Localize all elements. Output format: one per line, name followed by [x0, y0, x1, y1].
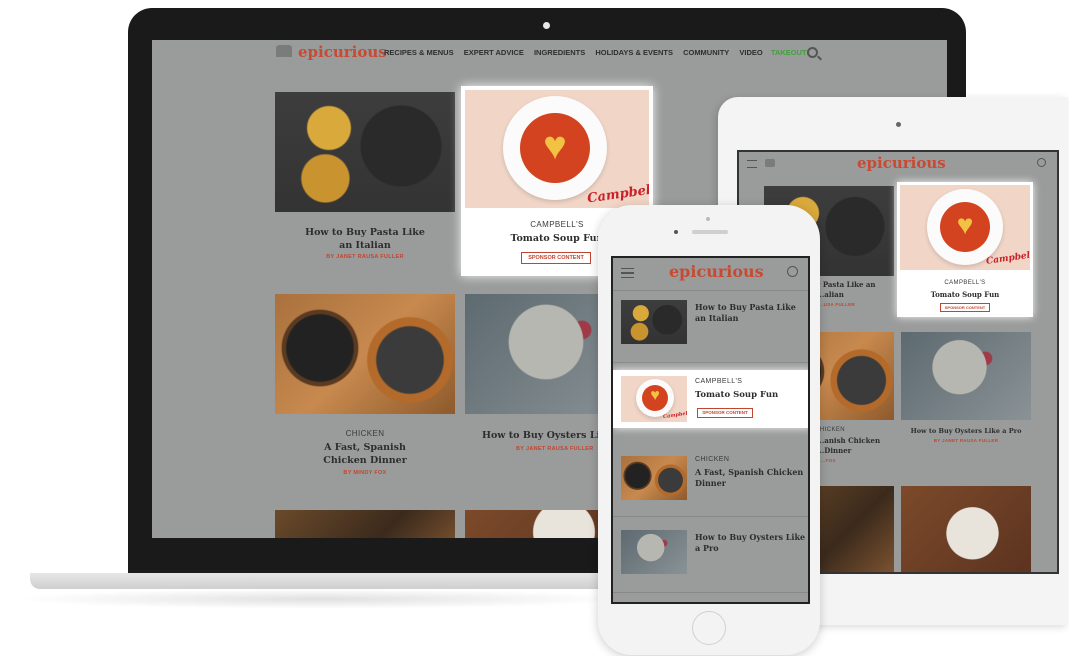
phone-thumb-soup: ♥ Campbell's	[621, 376, 687, 422]
tablet-sponsor-badge[interactable]: SPONSOR CONTENT	[940, 303, 990, 312]
tablet-card-image-bottom-right[interactable]	[901, 486, 1031, 572]
tablet-card-title-oysters[interactable]: How to Buy Oysters Like a Pro	[901, 427, 1031, 435]
laptop-shadow	[10, 589, 630, 609]
site-logo[interactable]: epicurious	[298, 43, 387, 61]
brand-logo: Campbell's	[586, 180, 649, 207]
phone-thumb-pasta	[621, 300, 687, 344]
tablet-card-subtitle-pasta[interactable]: ...alian	[817, 290, 844, 299]
search-icon[interactable]	[1037, 158, 1046, 167]
phone-divider-3	[613, 592, 808, 593]
phone-speaker	[692, 230, 728, 234]
nav-holidays-events[interactable]: HOLIDAYS & EVENTS	[595, 48, 673, 57]
phone-thumb-oysters	[621, 530, 687, 574]
phone-sponsor-badge[interactable]: SPONSOR CONTENT	[697, 408, 753, 418]
phone-title-oysters[interactable]: How to Buy Oysters Like a Pro	[695, 532, 807, 554]
phone-kicker-soup: CAMPBELL'S	[695, 378, 743, 385]
tablet-card-byline-pasta[interactable]: ...USA FULLER	[819, 302, 855, 307]
card-kicker-chicken: CHICKEN	[345, 429, 385, 438]
phone-kicker-chicken: CHICKEN	[695, 456, 730, 463]
card-byline-chicken[interactable]: BY MINDY FOX	[275, 470, 455, 476]
phone-divider-2	[613, 516, 808, 517]
nav-takeout[interactable]: TAKEOUT!	[771, 48, 809, 57]
phone-list-item-pasta[interactable]: How to Buy Pasta Like an Italian	[613, 296, 808, 350]
chef-hat-icon	[276, 45, 292, 57]
heart-icon: ♥	[543, 124, 567, 168]
tablet-card-byline-chicken[interactable]: ...FOX	[821, 458, 836, 463]
tablet-card-subtitle-chicken[interactable]: ...Dinner	[817, 446, 851, 455]
heart-icon: ♥	[956, 209, 974, 240]
phone-camera	[706, 217, 710, 221]
laptop-header: epicurious RECIPES & MENUS EXPERT ADVICE…	[152, 40, 947, 68]
sponsor-content-badge[interactable]: SPONSOR CONTENT	[521, 252, 591, 264]
card-byline-pasta[interactable]: BY JANET RAUSA FULLER	[275, 254, 455, 260]
phone-header-divider	[613, 290, 808, 291]
card-title-chicken[interactable]: A Fast, Spanish Chicken Dinner	[305, 441, 425, 467]
tablet-camera	[896, 122, 901, 127]
card-image-bottom-left[interactable]	[275, 510, 455, 538]
phone-thumb-chicken	[621, 456, 687, 500]
laptop-camera	[543, 22, 550, 29]
card-image-pasta[interactable]	[275, 92, 455, 212]
tablet-logo[interactable]: epicurious	[857, 154, 946, 172]
heart-icon: ♥	[650, 387, 660, 404]
phone-list-item-oysters[interactable]: How to Buy Oysters Like a Pro	[613, 526, 808, 580]
search-icon-handle	[817, 55, 822, 61]
tablet-card-image-oysters[interactable]	[901, 332, 1031, 420]
menu-icon[interactable]	[747, 160, 757, 168]
chef-hat-icon	[765, 159, 775, 167]
nav-ingredients[interactable]: INGREDIENTS	[534, 48, 585, 57]
tablet-card-kicker-soup: CAMPBELL'S	[944, 280, 986, 286]
search-icon[interactable]	[787, 266, 798, 277]
nav-community[interactable]: COMMUNITY	[683, 48, 729, 57]
phone-sponsored-item[interactable]: ♥ Campbell's CAMPBELL'S Tomato Soup Fun …	[613, 370, 808, 428]
home-button[interactable]	[692, 611, 726, 645]
nav-recipes-menus[interactable]: RECIPES & MENUS	[384, 48, 454, 57]
card-title-pasta[interactable]: How to Buy Pasta Like an Italian	[302, 226, 428, 252]
card-image-soup: ♥ Campbell's	[465, 90, 649, 208]
nav-video[interactable]: VIDEO	[739, 48, 762, 57]
tablet-sponsored-card[interactable]: ♥ Campbell's CAMPBELL'S Tomato Soup Fun …	[897, 182, 1033, 317]
tablet-card-byline-oysters[interactable]: BY JANET RAUSA FULLER	[901, 438, 1031, 443]
phone-title-chicken[interactable]: A Fast, Spanish Chicken Dinner	[695, 467, 807, 489]
phone-title-soup[interactable]: Tomato Soup Fun	[695, 390, 778, 400]
phone-list-item-chicken[interactable]: CHICKEN A Fast, Spanish Chicken Dinner	[613, 452, 808, 506]
card-image-chicken[interactable]	[275, 294, 455, 414]
phone-front-camera	[674, 230, 678, 234]
main-nav: RECIPES & MENUS EXPERT ADVICE INGREDIENT…	[384, 48, 809, 57]
phone-title-pasta[interactable]: How to Buy Pasta Like an Italian	[695, 302, 805, 324]
nav-expert-advice[interactable]: EXPERT ADVICE	[464, 48, 524, 57]
laptop-base	[30, 573, 630, 589]
tablet-card-title-soup[interactable]: Tomato Soup Fun	[897, 290, 1033, 299]
menu-icon-mid	[621, 272, 634, 274]
tablet-card-title-chicken[interactable]: ...anish Chicken	[817, 436, 880, 445]
tablet-card-image-soup: ♥ Campbell's	[900, 185, 1030, 270]
phone-divider-1	[613, 362, 808, 363]
phone-screen: epicurious How to Buy Pasta Like an Ital…	[611, 256, 810, 604]
phone-logo[interactable]: epicurious	[669, 262, 764, 281]
